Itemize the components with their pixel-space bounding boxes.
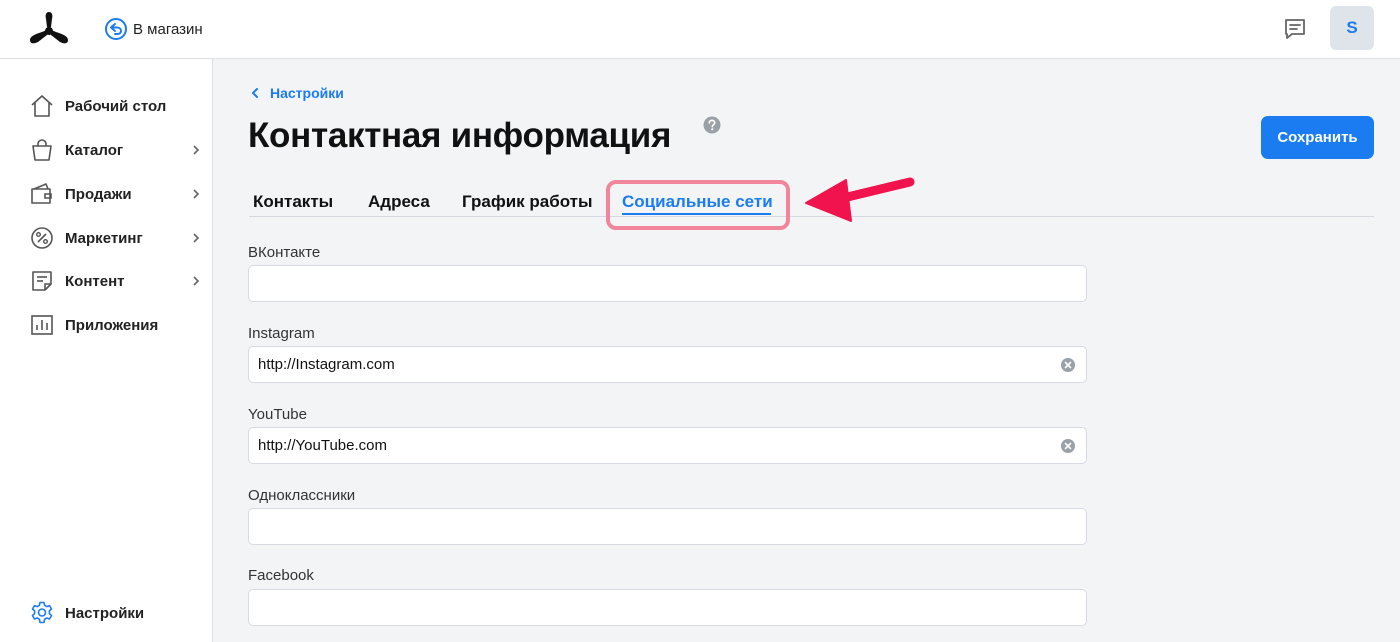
instagram-label: Instagram <box>248 325 315 342</box>
chevron-right-icon <box>193 233 200 243</box>
percent-icon <box>31 227 53 249</box>
sidebar-item-label: Настройки <box>65 604 145 622</box>
sidebar-item-dashboard[interactable]: Рабочий стол <box>0 88 213 124</box>
chevron-left-icon <box>252 88 258 98</box>
vkontakte-input[interactable] <box>249 266 1086 301</box>
save-button[interactable]: Сохранить <box>1261 116 1374 159</box>
back-to-store-label: В магазин <box>133 20 203 38</box>
sidebar-item-settings[interactable]: Настройки <box>0 595 213 631</box>
breadcrumb-label: Настройки <box>270 85 344 101</box>
gear-icon <box>31 601 53 624</box>
top-bar: В магазин S <box>0 0 1400 59</box>
sidebar-item-label: Приложения <box>65 316 159 334</box>
back-circle-icon <box>105 18 127 40</box>
sidebar-item-apps[interactable]: Приложения <box>0 307 213 343</box>
sidebar-item-content[interactable]: Контент <box>0 263 213 299</box>
wallet-icon <box>31 183 52 204</box>
facebook-input[interactable] <box>249 590 1086 625</box>
sidebar-item-label: Контент <box>65 272 125 290</box>
vkontakte-field[interactable] <box>248 265 1087 302</box>
annotation-arrow-icon <box>805 177 915 222</box>
sidebar-item-label: Каталог <box>65 141 124 159</box>
tab-schedule[interactable]: График работы <box>462 192 593 212</box>
tab-addresses[interactable]: Адреса <box>368 192 430 212</box>
sidebar-item-sales[interactable]: Продажи <box>0 176 213 212</box>
odnoklassniki-input[interactable] <box>249 509 1086 544</box>
sidebar-item-label: Рабочий стол <box>65 97 167 115</box>
breadcrumb[interactable]: Настройки <box>249 84 344 102</box>
sidebar-item-label: Продажи <box>65 185 132 203</box>
back-to-store-link[interactable]: В магазин <box>104 17 203 41</box>
odnoklassniki-field[interactable] <box>248 508 1087 545</box>
tab-contacts[interactable]: Контакты <box>253 192 333 212</box>
sidebar-item-catalog[interactable]: Каталог <box>0 132 213 168</box>
chevron-right-icon <box>193 189 200 199</box>
page-title: Контактная информация <box>248 116 672 155</box>
chevron-right-icon <box>193 276 200 286</box>
sidebar-item-marketing[interactable]: Маркетинг <box>0 220 213 256</box>
clear-icon[interactable] <box>1061 439 1075 453</box>
bag-icon <box>32 139 52 161</box>
sidebar: Рабочий стол Каталог Продажи Маркетинг К… <box>0 59 213 642</box>
sidebar-item-label: Маркетинг <box>65 229 143 247</box>
annotation-highlight-box <box>606 180 790 230</box>
avatar[interactable]: S <box>1330 6 1374 50</box>
home-icon <box>31 95 53 117</box>
vkontakte-label: ВКонтакте <box>248 244 321 261</box>
bar-chart-icon <box>31 315 53 335</box>
instagram-input[interactable] <box>249 347 1086 382</box>
document-icon <box>32 271 52 291</box>
instagram-field[interactable] <box>248 346 1087 383</box>
logo-icon[interactable] <box>28 10 70 46</box>
youtube-label: YouTube <box>248 406 307 423</box>
help-icon[interactable] <box>703 116 721 134</box>
youtube-field[interactable] <box>248 427 1087 464</box>
chevron-right-icon <box>193 145 200 155</box>
facebook-label: Facebook <box>248 567 314 584</box>
youtube-input[interactable] <box>249 428 1086 463</box>
facebook-field[interactable] <box>248 589 1087 626</box>
odnoklassniki-label: Одноклассники <box>248 487 356 504</box>
chat-icon[interactable] <box>1282 16 1308 42</box>
clear-icon[interactable] <box>1061 358 1075 372</box>
